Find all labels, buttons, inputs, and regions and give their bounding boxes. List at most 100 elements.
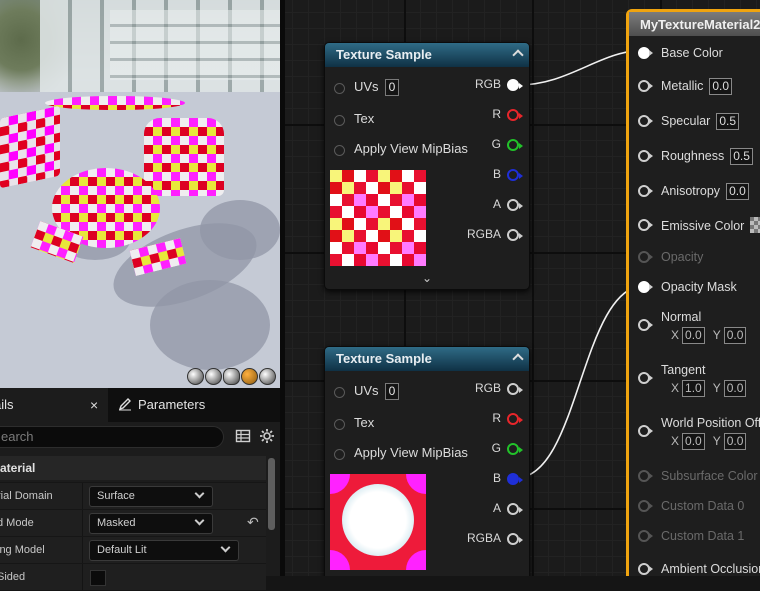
roughness-value-field[interactable]: 0.5	[730, 148, 753, 165]
property-row-material-domain: rial Domain Surface	[0, 482, 266, 510]
rgba-output-pin[interactable]	[507, 533, 523, 545]
tex-input-pin[interactable]	[334, 419, 345, 430]
details-tab-bar: ails × Parameters	[0, 388, 280, 422]
uvs-value-field[interactable]: 0	[384, 79, 400, 96]
preview-cube-left	[0, 105, 60, 189]
property-row-blend-mode: d Mode Masked ↶	[0, 509, 266, 537]
wpo-x-field[interactable]: 0.0	[682, 433, 705, 450]
chevron-down-icon	[194, 488, 205, 499]
texture-sample-node-2[interactable]: Texture Sample UVs 0 Tex Apply View MipBi…	[324, 346, 530, 576]
table-view-icon[interactable]	[234, 428, 252, 446]
property-row-two-sided: Sided	[0, 563, 266, 591]
tab-parameters[interactable]: Parameters	[118, 388, 205, 422]
input-pin[interactable]	[638, 281, 653, 293]
input-pin	[638, 530, 653, 542]
chevron-down-icon	[194, 515, 205, 526]
two-sided-checkbox[interactable]	[90, 570, 106, 586]
b-output-pin[interactable]	[507, 473, 523, 485]
input-pin[interactable]	[638, 219, 653, 231]
material-domain-dropdown[interactable]: Surface	[89, 486, 213, 507]
material-graph-canvas[interactable]: Texture Sample UVs 0 Tex Apply View MipBi…	[280, 0, 760, 576]
input-pin[interactable]	[638, 425, 653, 437]
b-output-pin[interactable]	[507, 169, 523, 181]
details-panel: ails × Parameters earch aterial rial Dom…	[0, 388, 280, 591]
tab-details[interactable]: ails ×	[0, 388, 108, 422]
search-placeholder: earch	[1, 429, 34, 444]
tangent-y-field[interactable]: 0.0	[723, 380, 747, 397]
a-output-pin[interactable]	[507, 503, 523, 515]
uvs-input-label: UVs 0	[354, 79, 400, 96]
uvs-input-pin[interactable]	[334, 83, 345, 94]
details-search-input[interactable]: earch	[0, 426, 224, 448]
b-output-label: B	[492, 471, 501, 485]
tangent-x-field[interactable]: 1.0	[682, 380, 705, 397]
input-label: Custom Data 1	[661, 529, 745, 543]
object-shadow	[150, 280, 270, 370]
r-output-pin[interactable]	[507, 413, 523, 425]
wpo-xy-fields: X 0.0 Y 0.0	[671, 433, 754, 450]
expand-node-icon[interactable]: ⌄	[325, 271, 529, 285]
wpo-y-field[interactable]: 0.0	[723, 433, 747, 450]
tex-input-pin[interactable]	[334, 115, 345, 126]
sphere-icon[interactable]	[205, 368, 222, 385]
uvs-value-field[interactable]: 0	[384, 383, 400, 400]
material-node-header[interactable]: MyTextureMaterial2	[629, 12, 760, 36]
input-label: Emissive Color	[661, 219, 745, 233]
color-swatch-icon[interactable]	[750, 217, 760, 233]
input-pin[interactable]	[638, 185, 653, 197]
input-pin[interactable]	[638, 563, 653, 575]
mipbias-input-pin[interactable]	[334, 449, 345, 460]
material-output-node[interactable]: MyTextureMaterial2 Base Color Metallic 0.…	[626, 9, 760, 576]
uvs-input-label: UVs 0	[354, 383, 400, 400]
input-pin[interactable]	[638, 319, 653, 331]
input-label: Metallic	[661, 79, 704, 93]
input-pin[interactable]	[638, 80, 653, 92]
node-header[interactable]: Texture Sample	[325, 43, 529, 67]
panel-divider[interactable]	[280, 0, 285, 576]
texture-sample-node-1[interactable]: Texture Sample UVs 0 Tex Apply View MipBi…	[324, 42, 530, 290]
blend-mode-dropdown[interactable]: Masked	[89, 513, 213, 534]
anisotropy-value-field[interactable]: 0.0	[726, 183, 749, 200]
input-pin	[638, 500, 653, 512]
uvs-input-pin[interactable]	[334, 387, 345, 398]
input-pin[interactable]	[638, 150, 653, 162]
input-label: Specular	[661, 114, 711, 128]
collapse-icon[interactable]	[512, 353, 524, 365]
material-section-header[interactable]: aterial	[0, 456, 266, 480]
plane-icon[interactable]	[223, 368, 240, 385]
metallic-value-field[interactable]: 0.0	[709, 78, 733, 95]
g-output-pin[interactable]	[507, 443, 523, 455]
teapot-icon[interactable]	[259, 368, 276, 385]
details-scrollbar[interactable]	[268, 458, 275, 530]
material-preview-viewport[interactable]	[0, 0, 280, 388]
y-label: Y	[712, 328, 721, 342]
reset-to-default-icon[interactable]: ↶	[247, 514, 259, 531]
rgb-output-pin[interactable]	[507, 383, 523, 395]
specular-value-field[interactable]: 0.5	[716, 113, 740, 130]
input-pin	[638, 251, 653, 263]
input-pin[interactable]	[638, 47, 653, 59]
sphere-icon[interactable]	[187, 368, 204, 385]
input-pin[interactable]	[638, 115, 653, 127]
rgb-output-pin[interactable]	[507, 79, 523, 91]
input-label: Anisotropy	[661, 184, 721, 198]
section-title: aterial	[0, 461, 36, 475]
a-output-pin[interactable]	[507, 199, 523, 211]
rgba-output-pin[interactable]	[507, 229, 523, 241]
node-header[interactable]: Texture Sample	[325, 347, 529, 371]
tab-parameters-label: Parameters	[138, 397, 206, 412]
shading-model-dropdown[interactable]: Default Lit	[89, 540, 239, 561]
normal-y-field[interactable]: 0.0	[723, 327, 747, 344]
property-label: ing Model	[0, 544, 45, 556]
close-icon[interactable]: ×	[90, 388, 98, 422]
g-output-pin[interactable]	[507, 139, 523, 151]
normal-x-field[interactable]: 0.0	[682, 327, 705, 344]
gear-icon[interactable]	[258, 428, 276, 446]
input-pin	[638, 470, 653, 482]
collapse-icon[interactable]	[512, 49, 524, 61]
input-pin[interactable]	[638, 372, 653, 384]
cube-icon[interactable]	[241, 368, 258, 385]
mipbias-input-pin[interactable]	[334, 145, 345, 156]
tab-details-label: ails	[0, 397, 14, 412]
r-output-pin[interactable]	[507, 109, 523, 121]
